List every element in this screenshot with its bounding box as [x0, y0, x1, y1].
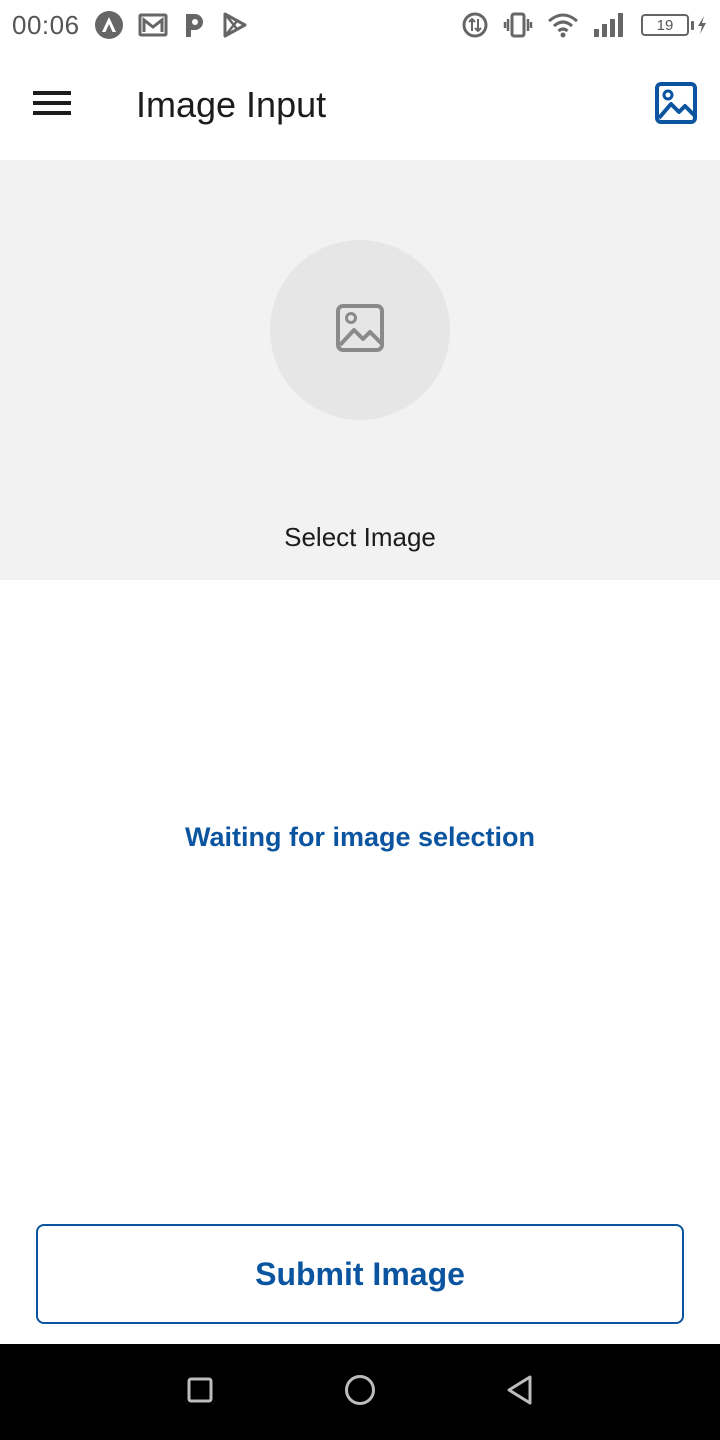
signal-icon — [593, 12, 627, 38]
battery-icon: 19 — [641, 14, 708, 36]
back-icon — [505, 1374, 535, 1411]
p-app-icon — [182, 11, 206, 39]
recents-icon — [187, 1377, 213, 1408]
image-placeholder-icon — [335, 303, 385, 358]
home-icon — [344, 1374, 376, 1411]
page-title: Image Input — [136, 84, 327, 125]
submit-image-button[interactable]: Submit Image — [36, 1224, 684, 1324]
status-bar: 00:06 19 — [0, 0, 720, 50]
mail-icon — [138, 12, 168, 38]
back-button[interactable] — [480, 1352, 560, 1432]
recents-button[interactable] — [160, 1352, 240, 1432]
status-bar-right: 19 — [461, 11, 708, 39]
battery-tip — [691, 20, 694, 30]
vibrate-icon — [503, 11, 533, 39]
menu-icon — [33, 90, 71, 121]
status-message: Waiting for image selection — [184, 822, 536, 852]
navigation-bar — [0, 1344, 720, 1440]
battery-level: 19 — [641, 14, 689, 36]
image-icon — [655, 81, 697, 129]
play-store-icon — [220, 11, 248, 39]
home-button[interactable] — [320, 1352, 400, 1432]
arch-linux-icon — [94, 10, 124, 40]
app-bar: Image Input — [0, 50, 720, 160]
image-action-button[interactable] — [632, 50, 720, 160]
status-bar-left: 00:06 — [12, 10, 248, 41]
status-time: 00:06 — [12, 9, 80, 40]
select-image-label: Select Image — [284, 522, 436, 552]
select-image-panel[interactable]: Select Image — [0, 160, 720, 580]
image-placeholder[interactable] — [270, 240, 450, 420]
charging-icon — [696, 15, 708, 35]
data-saver-icon — [461, 11, 489, 39]
menu-button[interactable] — [0, 50, 104, 160]
wifi-icon — [547, 12, 579, 38]
